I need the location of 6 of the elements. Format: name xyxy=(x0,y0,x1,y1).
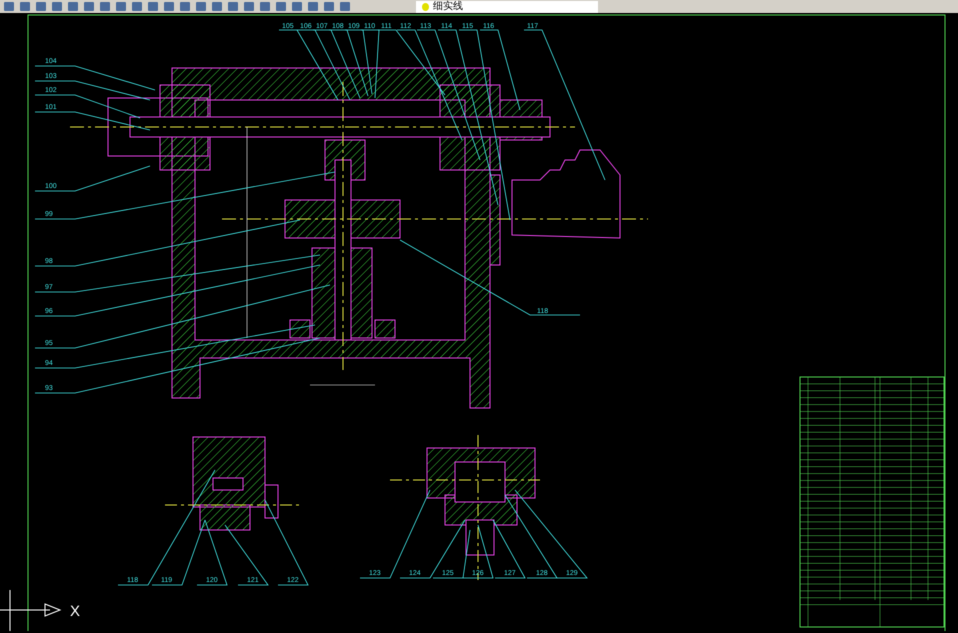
ucs-axis-icon xyxy=(0,590,62,631)
layer-name: 细实线 xyxy=(433,0,463,12)
leader-line xyxy=(224,524,269,586)
axis-label: X xyxy=(70,603,80,620)
lightbulb-icon xyxy=(422,2,429,10)
layer-dropdown[interactable]: 细实线 xyxy=(416,0,598,12)
